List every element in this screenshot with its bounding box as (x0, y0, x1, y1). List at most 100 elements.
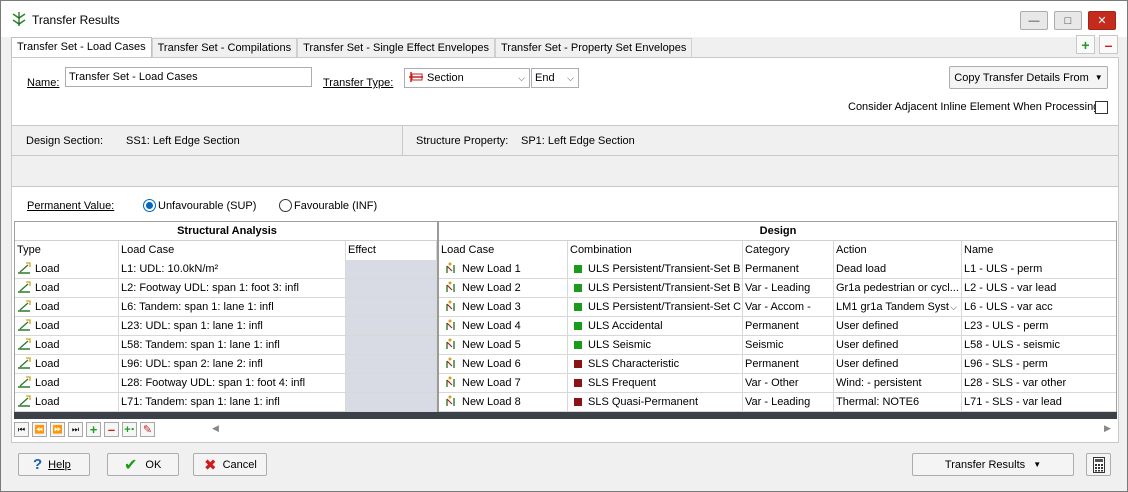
add-row-button[interactable]: + (86, 422, 101, 437)
close-button[interactable]: ✕ (1088, 11, 1116, 30)
cell-design-load-case[interactable]: New Load 8 (439, 393, 568, 412)
cell-load-case[interactable]: L28: Footway UDL: span 1: foot 4: infl (119, 374, 346, 393)
header-effect[interactable]: Effect (346, 241, 437, 260)
cell-load-case[interactable]: L23: UDL: span 1: lane 1: infl (119, 317, 346, 336)
cell-category[interactable]: Var - Accom - (743, 298, 834, 317)
cell-effect[interactable] (346, 260, 437, 279)
scroll-left-icon[interactable]: ◀ (212, 423, 219, 434)
cell-category[interactable]: Seismic (743, 336, 834, 355)
cell-combination[interactable]: SLS Frequent (568, 374, 743, 393)
header-name[interactable]: Name (962, 241, 1116, 260)
chevron-down-icon[interactable]: ⌵ (950, 298, 957, 316)
tab-compilations[interactable]: Transfer Set - Compilations (151, 38, 298, 57)
cell-name[interactable]: L96 - SLS - perm (962, 355, 1116, 374)
unfavourable-radio[interactable] (143, 199, 156, 212)
cell-name[interactable]: L2 - ULS - var lead (962, 279, 1116, 298)
delete-row-button[interactable]: – (104, 422, 119, 437)
cell-name[interactable]: L6 - ULS - var acc (962, 298, 1116, 317)
header-type[interactable]: Type (15, 241, 119, 260)
header-action[interactable]: Action (834, 241, 962, 260)
cell-action[interactable]: Dead load (834, 260, 962, 279)
cell-effect[interactable] (346, 279, 437, 298)
cell-design-load-case[interactable]: New Load 3 (439, 298, 568, 317)
name-input[interactable]: Transfer Set - Load Cases (65, 67, 312, 87)
cell-load-case[interactable]: L71: Tandem: span 1: lane 1: infl (119, 393, 346, 412)
ok-button[interactable]: ✔ OK (107, 453, 179, 476)
cell-type[interactable]: Load (15, 393, 119, 412)
clear-button[interactable]: ✎ (140, 422, 155, 437)
cell-name[interactable]: L58 - ULS - seismic (962, 336, 1116, 355)
cell-effect[interactable] (346, 393, 437, 412)
cell-category[interactable]: Var - Leading (743, 279, 834, 298)
cell-load-case[interactable]: L6: Tandem: span 1: lane 1: infl (119, 298, 346, 317)
consider-adjacent-checkbox[interactable] (1095, 101, 1108, 114)
cell-action[interactable]: Wind: - persistent (834, 374, 962, 393)
calculator-button[interactable] (1086, 453, 1111, 476)
favourable-radio[interactable] (279, 199, 292, 212)
cell-combination[interactable]: ULS Persistent/Transient-Set B (568, 260, 743, 279)
header-category[interactable]: Category (743, 241, 834, 260)
cell-effect[interactable] (346, 336, 437, 355)
cell-category[interactable]: Var - Other (743, 374, 834, 393)
cell-combination[interactable]: ULS Persistent/Transient-Set B (568, 279, 743, 298)
add-multiple-button[interactable]: +⋅ (122, 422, 137, 437)
copy-transfer-details-button[interactable]: Copy Transfer Details From ▼ (949, 66, 1108, 89)
cell-effect[interactable] (346, 355, 437, 374)
end-select[interactable]: End ⌵ (531, 68, 579, 88)
cell-action[interactable]: Thermal: NOTE6 (834, 393, 962, 412)
remove-transfer-set-button[interactable]: – (1099, 35, 1118, 54)
cell-combination[interactable]: SLS Characteristic (568, 355, 743, 374)
cell-name[interactable]: L1 - ULS - perm (962, 260, 1116, 279)
cell-effect[interactable] (346, 317, 437, 336)
next-record-button[interactable]: ⏩ (50, 422, 65, 437)
cell-combination[interactable]: SLS Quasi-Permanent (568, 393, 743, 412)
cell-category[interactable]: Permanent (743, 260, 834, 279)
cell-type[interactable]: Load (15, 336, 119, 355)
cell-design-load-case[interactable]: New Load 4 (439, 317, 568, 336)
last-record-button[interactable]: ⏭ (68, 422, 83, 437)
cell-type[interactable]: Load (15, 298, 119, 317)
cell-type[interactable]: Load (15, 374, 119, 393)
cell-combination[interactable]: ULS Seismic (568, 336, 743, 355)
cancel-button[interactable]: ✖ Cancel (193, 453, 267, 476)
cell-category[interactable]: Permanent (743, 317, 834, 336)
cell-load-case[interactable]: L96: UDL: span 2: lane 2: infl (119, 355, 346, 374)
cell-design-load-case[interactable]: New Load 2 (439, 279, 568, 298)
tab-single-effect-envelopes[interactable]: Transfer Set - Single Effect Envelopes (297, 38, 495, 57)
cell-action[interactable]: User defined (834, 336, 962, 355)
cell-load-case[interactable]: L2: Footway UDL: span 1: foot 3: infl (119, 279, 346, 298)
cell-type[interactable]: Load (15, 260, 119, 279)
cell-load-case[interactable]: L58: Tandem: span 1: lane 1: infl (119, 336, 346, 355)
cell-action[interactable]: LM1 gr1a Tandem Syst ⌵ (834, 298, 962, 317)
cell-design-load-case[interactable]: New Load 7 (439, 374, 568, 393)
header-combination[interactable]: Combination (568, 241, 743, 260)
cell-action[interactable]: User defined (834, 317, 962, 336)
cell-load-case[interactable]: L1: UDL: 10.0kN/m² (119, 260, 346, 279)
first-record-button[interactable]: ⏮ (14, 422, 29, 437)
prev-record-button[interactable]: ⏪ (32, 422, 47, 437)
minimize-button[interactable]: — (1020, 11, 1048, 30)
header-design-load-case[interactable]: Load Case (439, 241, 568, 260)
cell-combination[interactable]: ULS Persistent/Transient-Set C (568, 298, 743, 317)
help-button[interactable]: ? Help (18, 453, 90, 476)
maximize-button[interactable]: □ (1054, 11, 1082, 30)
transfer-type-select[interactable]: Section ⌵ (404, 68, 530, 88)
cell-design-load-case[interactable]: New Load 6 (439, 355, 568, 374)
cell-category[interactable]: Permanent (743, 355, 834, 374)
cell-name[interactable]: L28 - SLS - var other (962, 374, 1116, 393)
tab-load-cases[interactable]: Transfer Set - Load Cases (11, 37, 152, 58)
tab-property-set-envelopes[interactable]: Transfer Set - Property Set Envelopes (494, 38, 693, 57)
cell-action[interactable]: Gr1a pedestrian or cycl... (834, 279, 962, 298)
cell-type[interactable]: Load (15, 279, 119, 298)
scroll-right-icon[interactable]: ▶ (1104, 423, 1111, 434)
cell-combination[interactable]: ULS Accidental (568, 317, 743, 336)
header-load-case[interactable]: Load Case (119, 241, 346, 260)
cell-design-load-case[interactable]: New Load 5 (439, 336, 568, 355)
cell-effect[interactable] (346, 298, 437, 317)
cell-name[interactable]: L71 - SLS - var lead (962, 393, 1116, 412)
cell-type[interactable]: Load (15, 317, 119, 336)
cell-category[interactable]: Var - Leading (743, 393, 834, 412)
add-transfer-set-button[interactable]: + (1076, 35, 1095, 54)
transfer-results-button[interactable]: Transfer Results ▼ (912, 453, 1074, 476)
cell-effect[interactable] (346, 374, 437, 393)
